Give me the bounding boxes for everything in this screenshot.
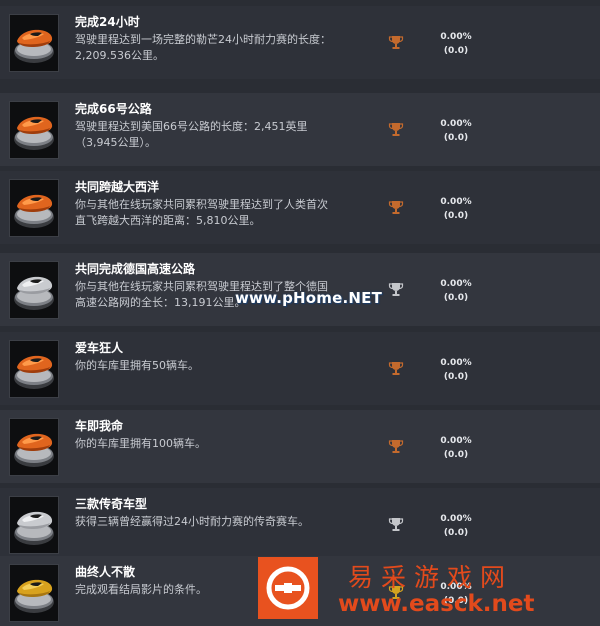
achievement-stats: 0.00% (0.0) (425, 30, 487, 58)
achievement-description: 你的车库里拥有100辆车。 (75, 436, 360, 452)
achievement-stats: 0.00% (0.0) (425, 434, 487, 462)
achievement-car-icon (9, 496, 59, 554)
achievement-car-icon (9, 340, 59, 398)
achievement-percent: 0.00% (440, 32, 472, 42)
achievement-percent: 0.00% (440, 358, 472, 368)
watermark-site-url: www.easck.net (338, 591, 535, 617)
achievement-count: (0.0) (443, 211, 469, 221)
achievement-description-line: 驾驶里程达到美国66号公路的长度：2,451英里 (75, 120, 308, 133)
achievement-description-line: 2,209.536公里。 (75, 49, 164, 62)
achievement-stats: 0.00% (0.0) (425, 356, 487, 384)
achievement-car-icon (9, 14, 59, 72)
achievement-description-line: 直飞跨越大西洋的距离：5,810公里。 (75, 214, 261, 227)
achievement-percent: 0.00% (440, 514, 472, 524)
achievement-description-line: 你的车库里拥有50辆车。 (75, 359, 199, 372)
achievement-count: (0.0) (443, 293, 469, 303)
achievement-description: 驾驶里程达到美国66号公路的长度：2,451英里 （3,945公里）。 (75, 119, 360, 151)
bronze-trophy-icon (388, 438, 404, 454)
achievement-percent: 0.00% (440, 436, 472, 446)
achievement-percent: 0.00% (440, 279, 472, 289)
watermark-phome: www.pHome.NET (235, 289, 383, 307)
bronze-trophy-icon (388, 121, 404, 137)
achievement-description-line: 获得三辆曾经赢得过24小时耐力赛的传奇赛车。 (75, 515, 309, 528)
achievement-description-line: （3,945公里）。 (75, 136, 156, 149)
bronze-trophy-icon (388, 34, 404, 50)
achievement-row[interactable]: 共同跨越大西洋你与其他在线玩家共同累积驾驶里程达到了人类首次 直飞跨越大西洋的距离… (0, 171, 600, 244)
achievement-percent: 0.00% (440, 119, 472, 129)
achievement-row[interactable]: 完成66号公路驾驶里程达到美国66号公路的长度：2,451英里 （3,945公里）… (0, 93, 600, 166)
bronze-trophy-icon (388, 199, 404, 215)
achievement-car-icon (9, 101, 59, 159)
watermark-logo (258, 557, 318, 619)
achievement-stats: 0.00% (0.0) (425, 277, 487, 305)
achievement-row[interactable]: 三款传奇车型获得三辆曾经赢得过24小时耐力赛的传奇赛车。 0.00% (0.0) (0, 488, 600, 561)
achievement-title: 完成66号公路 (75, 102, 152, 116)
achievement-description: 你与其他在线玩家共同累积驾驶里程达到了人类首次 直飞跨越大西洋的距离：5,810公… (75, 197, 360, 229)
achievement-stats: 0.00% (0.0) (425, 117, 487, 145)
achievement-count: (0.0) (443, 372, 469, 382)
achievement-car-icon (9, 179, 59, 237)
achievement-description: 驾驶里程达到一场完整的勒芒24小时耐力赛的长度： 2,209.536公里。 (75, 32, 360, 64)
achievement-description: 你的车库里拥有50辆车。 (75, 358, 360, 374)
achievement-percent: 0.00% (440, 197, 472, 207)
watermark-site-name: 易采游戏网 (348, 563, 514, 592)
achievement-row[interactable]: 车即我命你的车库里拥有100辆车。 0.00% (0.0) (0, 410, 600, 483)
achievement-description: 获得三辆曾经赢得过24小时耐力赛的传奇赛车。 (75, 514, 360, 530)
achievement-row[interactable]: 完成24小时驾驶里程达到一场完整的勒芒24小时耐力赛的长度： 2,209.536公… (0, 6, 600, 79)
achievement-title: 完成24小时 (75, 15, 140, 29)
silver-trophy-icon (388, 516, 404, 532)
achievement-car-icon (9, 564, 59, 622)
bronze-trophy-icon (388, 360, 404, 376)
achievement-row[interactable]: 爱车狂人你的车库里拥有50辆车。 0.00% (0.0) (0, 332, 600, 405)
achievement-count: (0.0) (443, 46, 469, 56)
achievement-title: 共同完成德国高速公路 (75, 262, 196, 276)
achievement-title: 三款传奇车型 (75, 497, 148, 511)
achievement-description-line: 驾驶里程达到一场完整的勒芒24小时耐力赛的长度： (75, 33, 331, 46)
achievement-car-icon (9, 418, 59, 476)
achievement-title: 曲终人不散 (75, 565, 136, 579)
achievement-title: 车即我命 (75, 419, 124, 433)
achievement-stats: 0.00% (0.0) (425, 512, 487, 540)
achievement-count: (0.0) (443, 450, 469, 460)
achievement-title: 爱车狂人 (75, 341, 124, 355)
achievement-count: (0.0) (443, 528, 469, 538)
achievement-description-line: 你与其他在线玩家共同累积驾驶里程达到了人类首次 (75, 198, 328, 211)
achievement-count: (0.0) (443, 133, 469, 143)
achievement-car-icon (9, 261, 59, 319)
achievement-title: 共同跨越大西洋 (75, 180, 160, 194)
achievement-stats: 0.00% (0.0) (425, 195, 487, 223)
silver-trophy-icon (388, 281, 404, 297)
achievement-description-line: 你的车库里拥有100辆车。 (75, 437, 206, 450)
